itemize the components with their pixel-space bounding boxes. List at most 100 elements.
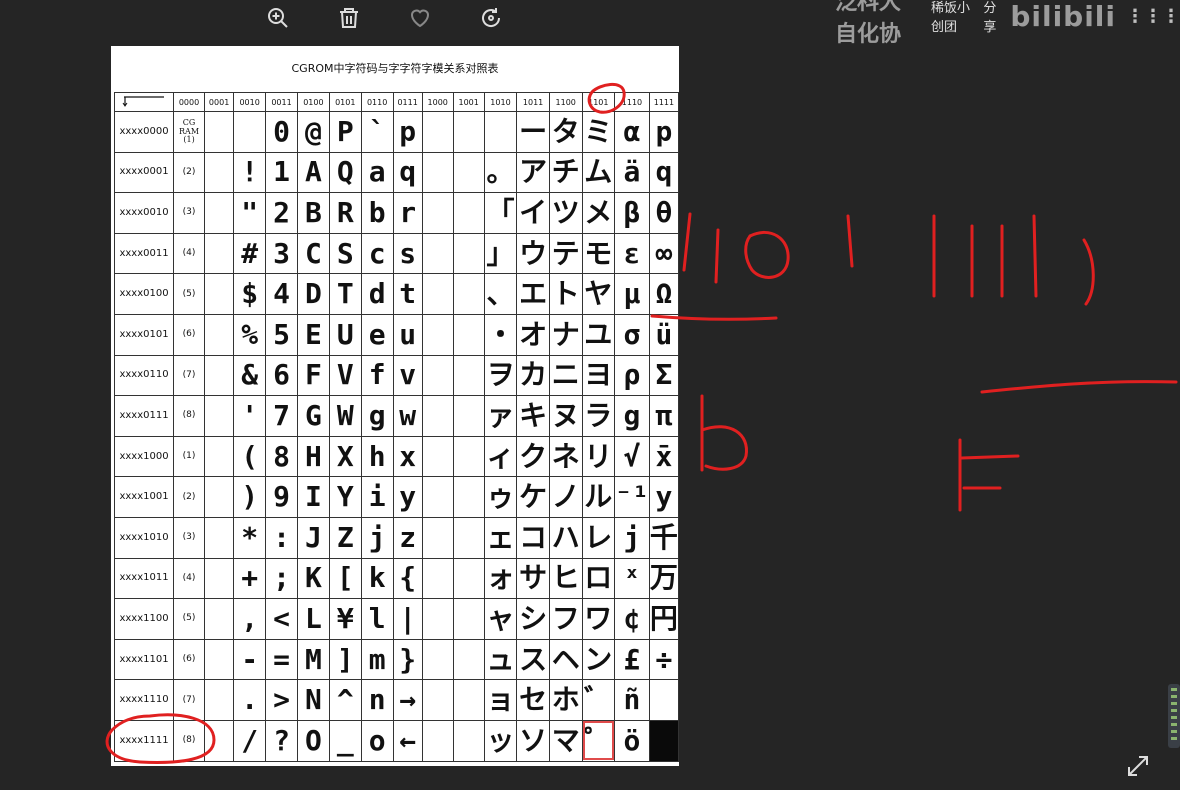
char-cell: ` — [360, 111, 394, 153]
char-cell: - — [233, 638, 267, 681]
char-cell: ナ — [548, 313, 583, 356]
column-header: 0010 — [233, 92, 267, 112]
char-cell: A — [296, 151, 330, 194]
share-label[interactable]: 分享 — [983, 0, 1000, 35]
char-cell: I — [296, 476, 330, 518]
char-cell: ケ — [516, 476, 550, 518]
zoom-in-button[interactable] — [260, 0, 296, 36]
char-cell: 4 — [265, 273, 298, 315]
char-cell — [648, 679, 679, 721]
char-cell: q — [648, 151, 679, 194]
char-cell: C — [296, 232, 330, 275]
heart-icon — [410, 9, 430, 28]
more-icon[interactable]: ⋮⋮⋮ — [1126, 6, 1180, 27]
line-top — [980, 380, 1178, 394]
char-cell: ? — [265, 719, 298, 762]
char-cell: タ — [548, 111, 583, 153]
char-cell — [204, 476, 235, 518]
row-label: xxxx0001 — [113, 151, 175, 194]
table-row: xxxx1100 (5), < L ¥ l | ャシフワ ¢ 円 — [113, 598, 679, 640]
char-cell: π — [648, 395, 679, 437]
char-cell: α — [614, 111, 650, 153]
char-cell — [452, 516, 485, 559]
char-cell: ー — [516, 111, 550, 153]
char-cell — [452, 273, 485, 315]
column-header: 1110 — [614, 92, 650, 112]
char-cell: @ — [296, 111, 330, 153]
favorite-button[interactable] — [402, 0, 438, 36]
char-cell: N — [296, 679, 330, 721]
table-row: xxxx1110 (7). > N ^ n → ョセホ゛ ñ — [113, 679, 679, 721]
side-scrollbar[interactable] — [1168, 684, 1180, 748]
char-cell: 」 — [483, 232, 518, 275]
letter-b-bowl — [700, 425, 748, 471]
char-cell: ル — [581, 476, 616, 518]
char-cell: モ — [581, 232, 616, 275]
char-cell: < — [265, 598, 298, 640]
char-cell: n — [360, 679, 394, 721]
cgram-cell: (1) — [173, 435, 206, 478]
delete-button[interactable] — [331, 0, 367, 36]
char-cell: _ — [328, 719, 362, 762]
char-cell: g — [614, 395, 650, 437]
char-cell: Σ — [648, 354, 679, 397]
char-cell: V — [328, 354, 362, 397]
char-cell: k — [360, 557, 394, 600]
char-cell — [421, 679, 454, 721]
char-cell — [421, 313, 454, 356]
stroke-3 — [846, 214, 854, 268]
char-cell: & — [233, 354, 267, 397]
char-cell: u — [392, 313, 423, 356]
column-header: 1001 — [452, 92, 485, 112]
char-cell — [204, 719, 235, 762]
char-cell — [204, 395, 235, 437]
char-cell — [421, 557, 454, 600]
char-cell: ウ — [516, 232, 550, 275]
char-cell: Q — [328, 151, 362, 194]
column-header: 1010 — [483, 92, 518, 112]
cgram-cell: (5) — [173, 273, 206, 315]
expand-icon — [1128, 756, 1148, 776]
cgram-cell: (8) — [173, 395, 206, 437]
char-cell — [204, 192, 235, 234]
char-cell: ヨ — [581, 354, 616, 397]
char-cell — [421, 395, 454, 437]
char-cell: ホ — [548, 679, 583, 721]
char-cell — [421, 435, 454, 478]
char-cell: カ — [516, 354, 550, 397]
row-label: xxxx1100 — [113, 598, 175, 640]
char-cell: ォ — [483, 557, 518, 600]
row-label: xxxx1111 — [113, 719, 175, 762]
char-cell: ; — [265, 557, 298, 600]
char-cell — [421, 192, 454, 234]
char-cell: ノ — [548, 476, 583, 518]
bilibili-logo: bilibili — [1010, 0, 1116, 33]
rotate-button[interactable] — [473, 0, 509, 36]
char-cell: : — [265, 516, 298, 559]
char-cell: テ — [548, 232, 583, 275]
sub-label: 稀饭小创团 — [931, 1, 971, 35]
char-cell: コ — [516, 516, 550, 559]
char-cell: ← — [392, 719, 423, 762]
char-cell — [204, 313, 235, 356]
fullscreen-button[interactable] — [1125, 753, 1151, 779]
char-cell: S — [328, 232, 362, 275]
char-cell: Z — [328, 516, 362, 559]
char-cell: h — [360, 435, 394, 478]
char-cell: g — [360, 395, 394, 437]
row-label: xxxx0110 — [113, 354, 175, 397]
char-cell: b — [360, 192, 394, 234]
char-cell — [483, 111, 518, 153]
char-cell: F — [296, 354, 330, 397]
char-cell: 0 — [265, 111, 298, 153]
char-cell: ヘ — [548, 638, 583, 681]
cgrom-document: CGROM中字符码与字字符字模关系对照表 0000 0001 0010 0011 010… — [111, 46, 679, 766]
char-cell: % — [233, 313, 267, 356]
table-row: xxxx1001 (2)) 9 I Yi y ゥケノル ⁻¹ y — [113, 476, 679, 518]
char-cell — [452, 192, 485, 234]
cgram-cell: (2) — [173, 151, 206, 194]
cgram-cell: (6) — [173, 638, 206, 681]
table-row: xxxx1011 (4) +; K[k{ォサヒロ ˣ 万 — [113, 557, 679, 600]
row-label: xxxx1001 — [113, 476, 175, 518]
row-label: xxxx0111 — [113, 395, 175, 437]
